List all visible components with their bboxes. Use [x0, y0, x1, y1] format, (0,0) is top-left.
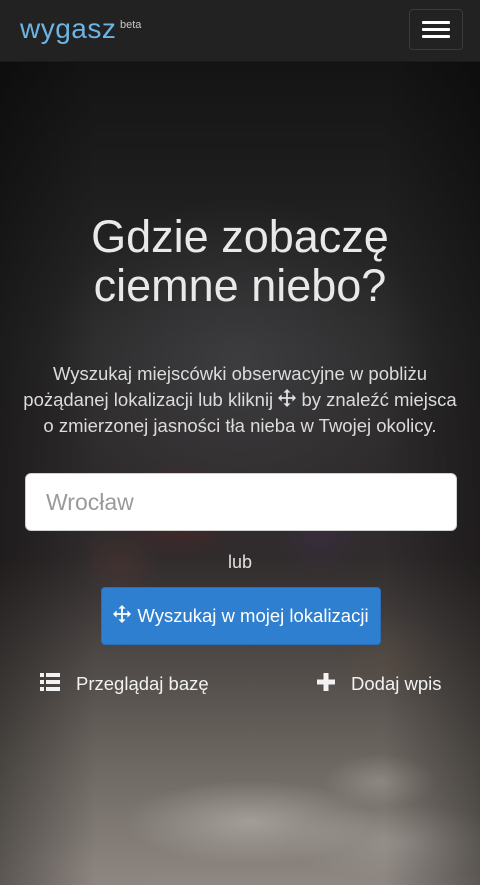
search-input[interactable] [25, 473, 457, 531]
plus-icon [317, 672, 335, 696]
menu-toggle-button[interactable] [409, 9, 463, 50]
locate-me-button[interactable]: Wyszukaj w mojej lokalizacji [101, 587, 381, 645]
move-icon [113, 604, 132, 628]
move-icon [278, 388, 297, 414]
add-entry-label: Dodaj wpis [351, 673, 442, 694]
list-icon [40, 672, 60, 696]
locate-me-label: Wyszukaj w mojej lokalizacji [137, 605, 369, 626]
brand-logo[interactable]: wygasz beta [20, 12, 141, 46]
brand-name: wygasz [20, 13, 117, 44]
hero-title-line1: Gdzie zobaczę [91, 211, 389, 262]
or-label: lub [227, 552, 253, 572]
hero-title: Gdzie zobaczę ciemne niebo? [0, 212, 480, 310]
hero-title-line2: ciemne niebo? [93, 260, 387, 311]
hero-description: Wyszukaj miejscówki obserwacyjne w pobli… [22, 361, 458, 439]
browse-database-link[interactable]: Przeglądaj bazę [40, 670, 209, 698]
navbar: wygasz beta [0, 0, 480, 62]
brand-badge: beta [120, 19, 142, 31]
browse-database-label: Przeglądaj bazę [76, 673, 209, 694]
add-entry-link[interactable]: Dodaj wpis [317, 670, 442, 698]
